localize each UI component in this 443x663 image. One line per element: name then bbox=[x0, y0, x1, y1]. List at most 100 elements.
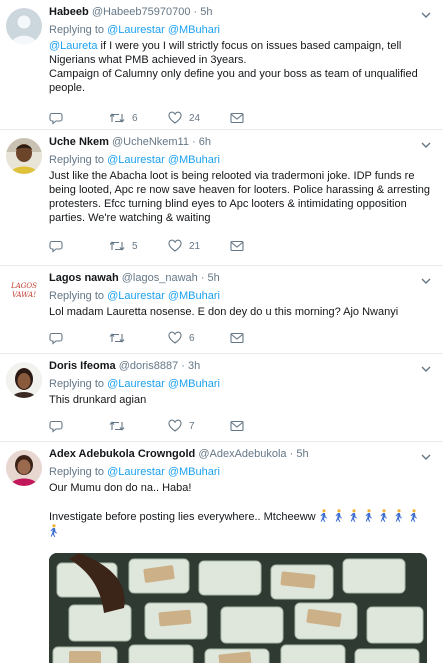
tweet-text-line: Campaign of Calumny only define you and … bbox=[49, 68, 418, 94]
person-walking-icon bbox=[335, 509, 342, 522]
user-handle[interactable]: @AdexAdebukola bbox=[198, 448, 286, 460]
tweet[interactable]: Doris Ifeoma @doris8887 · 3h Replying to… bbox=[0, 354, 443, 442]
display-name[interactable]: Adex Adebukola Crowngold bbox=[49, 448, 195, 460]
like-count: 24 bbox=[189, 112, 201, 124]
dm-button[interactable] bbox=[230, 110, 244, 126]
separator-dot: · bbox=[200, 272, 205, 284]
tweet[interactable]: Habeeb @Habeeb75970700 · 5h Replying to … bbox=[0, 0, 443, 130]
avatar[interactable] bbox=[6, 450, 42, 486]
person-walking-icon bbox=[50, 524, 57, 537]
avatar[interactable] bbox=[6, 138, 42, 174]
caret-down-icon[interactable] bbox=[419, 139, 433, 151]
user-handle[interactable]: @Habeeb75970700 bbox=[92, 6, 191, 18]
avatar-text-1: LAGOS bbox=[11, 282, 37, 290]
like-count: 6 bbox=[189, 332, 195, 344]
person-walking-icon bbox=[380, 509, 387, 522]
timestamp[interactable]: 5h bbox=[208, 272, 220, 284]
tweet-text: This drunkard agian bbox=[49, 394, 147, 406]
reply-icon bbox=[49, 420, 63, 433]
avatar[interactable] bbox=[6, 8, 42, 44]
like-button[interactable]: 7 bbox=[168, 418, 195, 434]
dm-icon bbox=[230, 240, 244, 252]
user-handle[interactable]: @UcheNkem11 bbox=[112, 136, 189, 148]
reply-mention-1[interactable]: @Laurestar bbox=[107, 24, 165, 36]
retweet-button[interactable]: 6 bbox=[109, 110, 138, 126]
reply-mention-2[interactable]: @MBuhari bbox=[168, 378, 220, 390]
retweet-count: 5 bbox=[132, 240, 138, 252]
retweet-button[interactable]: 5 bbox=[109, 238, 138, 254]
tweet-text: Lol madam Lauretta nosense. E don dey do… bbox=[49, 306, 399, 318]
reply-icon bbox=[49, 332, 63, 345]
tweet-media-photo[interactable] bbox=[49, 553, 427, 663]
reply-mention-1[interactable]: @Laurestar bbox=[107, 290, 165, 302]
retweet-icon bbox=[109, 421, 125, 431]
replying-label: Replying to bbox=[49, 154, 105, 166]
avatar[interactable] bbox=[6, 362, 42, 398]
separator-dot: · bbox=[289, 448, 294, 460]
replying-to: Replying to @Laurestar @MBuhari bbox=[49, 153, 433, 167]
timestamp[interactable]: 5h bbox=[200, 6, 212, 18]
user-handle[interactable]: @lagos_nawah bbox=[122, 272, 198, 284]
tweet-header: Doris Ifeoma @doris8887 · 3h bbox=[49, 360, 433, 373]
person-walking-icon bbox=[410, 509, 417, 522]
woman-photo-avatar bbox=[6, 362, 42, 398]
like-count: 7 bbox=[189, 420, 195, 432]
caret-down-icon[interactable] bbox=[419, 363, 433, 375]
timestamp[interactable]: 3h bbox=[188, 360, 200, 372]
food-packs-photo bbox=[49, 553, 427, 663]
reply-button[interactable] bbox=[49, 238, 70, 254]
retweet-icon bbox=[109, 333, 125, 343]
tweet[interactable]: Uche Nkem @UcheNkem11 · 6h Replying to @… bbox=[0, 130, 443, 266]
reply-mention-2[interactable]: @MBuhari bbox=[168, 24, 220, 36]
reply-mention-1[interactable]: @Laurestar bbox=[107, 378, 165, 390]
tweet-text-part: if I were you I will strictly focus on i… bbox=[49, 40, 402, 66]
avatar[interactable]: LAGOS VAWA! bbox=[6, 274, 42, 310]
tweet[interactable]: LAGOS VAWA! Lagos nawah @lagos_nawah · 5… bbox=[0, 266, 443, 354]
reply-mention-2[interactable]: @MBuhari bbox=[168, 290, 220, 302]
caret-down-icon[interactable] bbox=[419, 9, 433, 21]
dm-button[interactable] bbox=[230, 330, 244, 346]
dm-button[interactable] bbox=[230, 418, 244, 434]
tweet-body: Lagos nawah @lagos_nawah · 5h Replying t… bbox=[49, 272, 433, 319]
display-name[interactable]: Lagos nawah bbox=[49, 272, 119, 284]
replying-to: Replying to @Laurestar @MBuhari bbox=[49, 465, 433, 479]
like-button[interactable]: 24 bbox=[168, 110, 200, 126]
reply-button[interactable] bbox=[49, 330, 70, 346]
timestamp[interactable]: 6h bbox=[199, 136, 211, 148]
reply-mention-2[interactable]: @MBuhari bbox=[168, 154, 220, 166]
reply-button[interactable] bbox=[49, 418, 70, 434]
replying-to: Replying to @Laurestar @MBuhari bbox=[49, 23, 433, 37]
user-handle[interactable]: @doris8887 bbox=[119, 360, 178, 372]
retweet-button[interactable] bbox=[109, 330, 132, 346]
man-photo-avatar bbox=[6, 138, 42, 174]
timestamp[interactable]: 5h bbox=[296, 448, 308, 460]
tweet-header: Adex Adebukola Crowngold @AdexAdebukola … bbox=[49, 448, 433, 461]
reply-button[interactable] bbox=[49, 110, 70, 126]
reply-mention-2[interactable]: @MBuhari bbox=[168, 466, 220, 478]
reply-feed: Habeeb @Habeeb75970700 · 5h Replying to … bbox=[0, 0, 443, 663]
like-button[interactable]: 21 bbox=[168, 238, 200, 254]
caret-down-icon[interactable] bbox=[419, 275, 433, 287]
replying-label: Replying to bbox=[49, 290, 105, 302]
dm-icon bbox=[230, 420, 244, 432]
retweet-button[interactable] bbox=[109, 418, 132, 434]
display-name[interactable]: Doris Ifeoma bbox=[49, 360, 116, 372]
tweet-body: Habeeb @Habeeb75970700 · 5h Replying to … bbox=[49, 6, 433, 95]
reply-mention-1[interactable]: @Laurestar bbox=[107, 466, 165, 478]
dm-icon bbox=[230, 112, 244, 124]
dm-button[interactable] bbox=[230, 238, 244, 254]
display-name[interactable]: Habeeb bbox=[49, 6, 89, 18]
reply-mention-1[interactable]: @Laurestar bbox=[107, 154, 165, 166]
tweet-text: Just like the Abacha loot is being reloo… bbox=[49, 170, 430, 224]
like-count: 21 bbox=[189, 240, 201, 252]
display-name[interactable]: Uche Nkem bbox=[49, 136, 109, 148]
like-icon bbox=[168, 419, 182, 432]
like-button[interactable]: 6 bbox=[168, 330, 195, 346]
inline-mention[interactable]: @Laureta bbox=[49, 40, 97, 52]
person-walking-icon bbox=[350, 509, 357, 522]
woman-photo-avatar-2 bbox=[6, 450, 42, 486]
tweet-header: Lagos nawah @lagos_nawah · 5h bbox=[49, 272, 433, 285]
caret-down-icon[interactable] bbox=[419, 451, 433, 463]
like-icon bbox=[168, 111, 182, 124]
tweet-text: Our Mumu don do na.. Haba! Investigate b… bbox=[49, 481, 433, 539]
